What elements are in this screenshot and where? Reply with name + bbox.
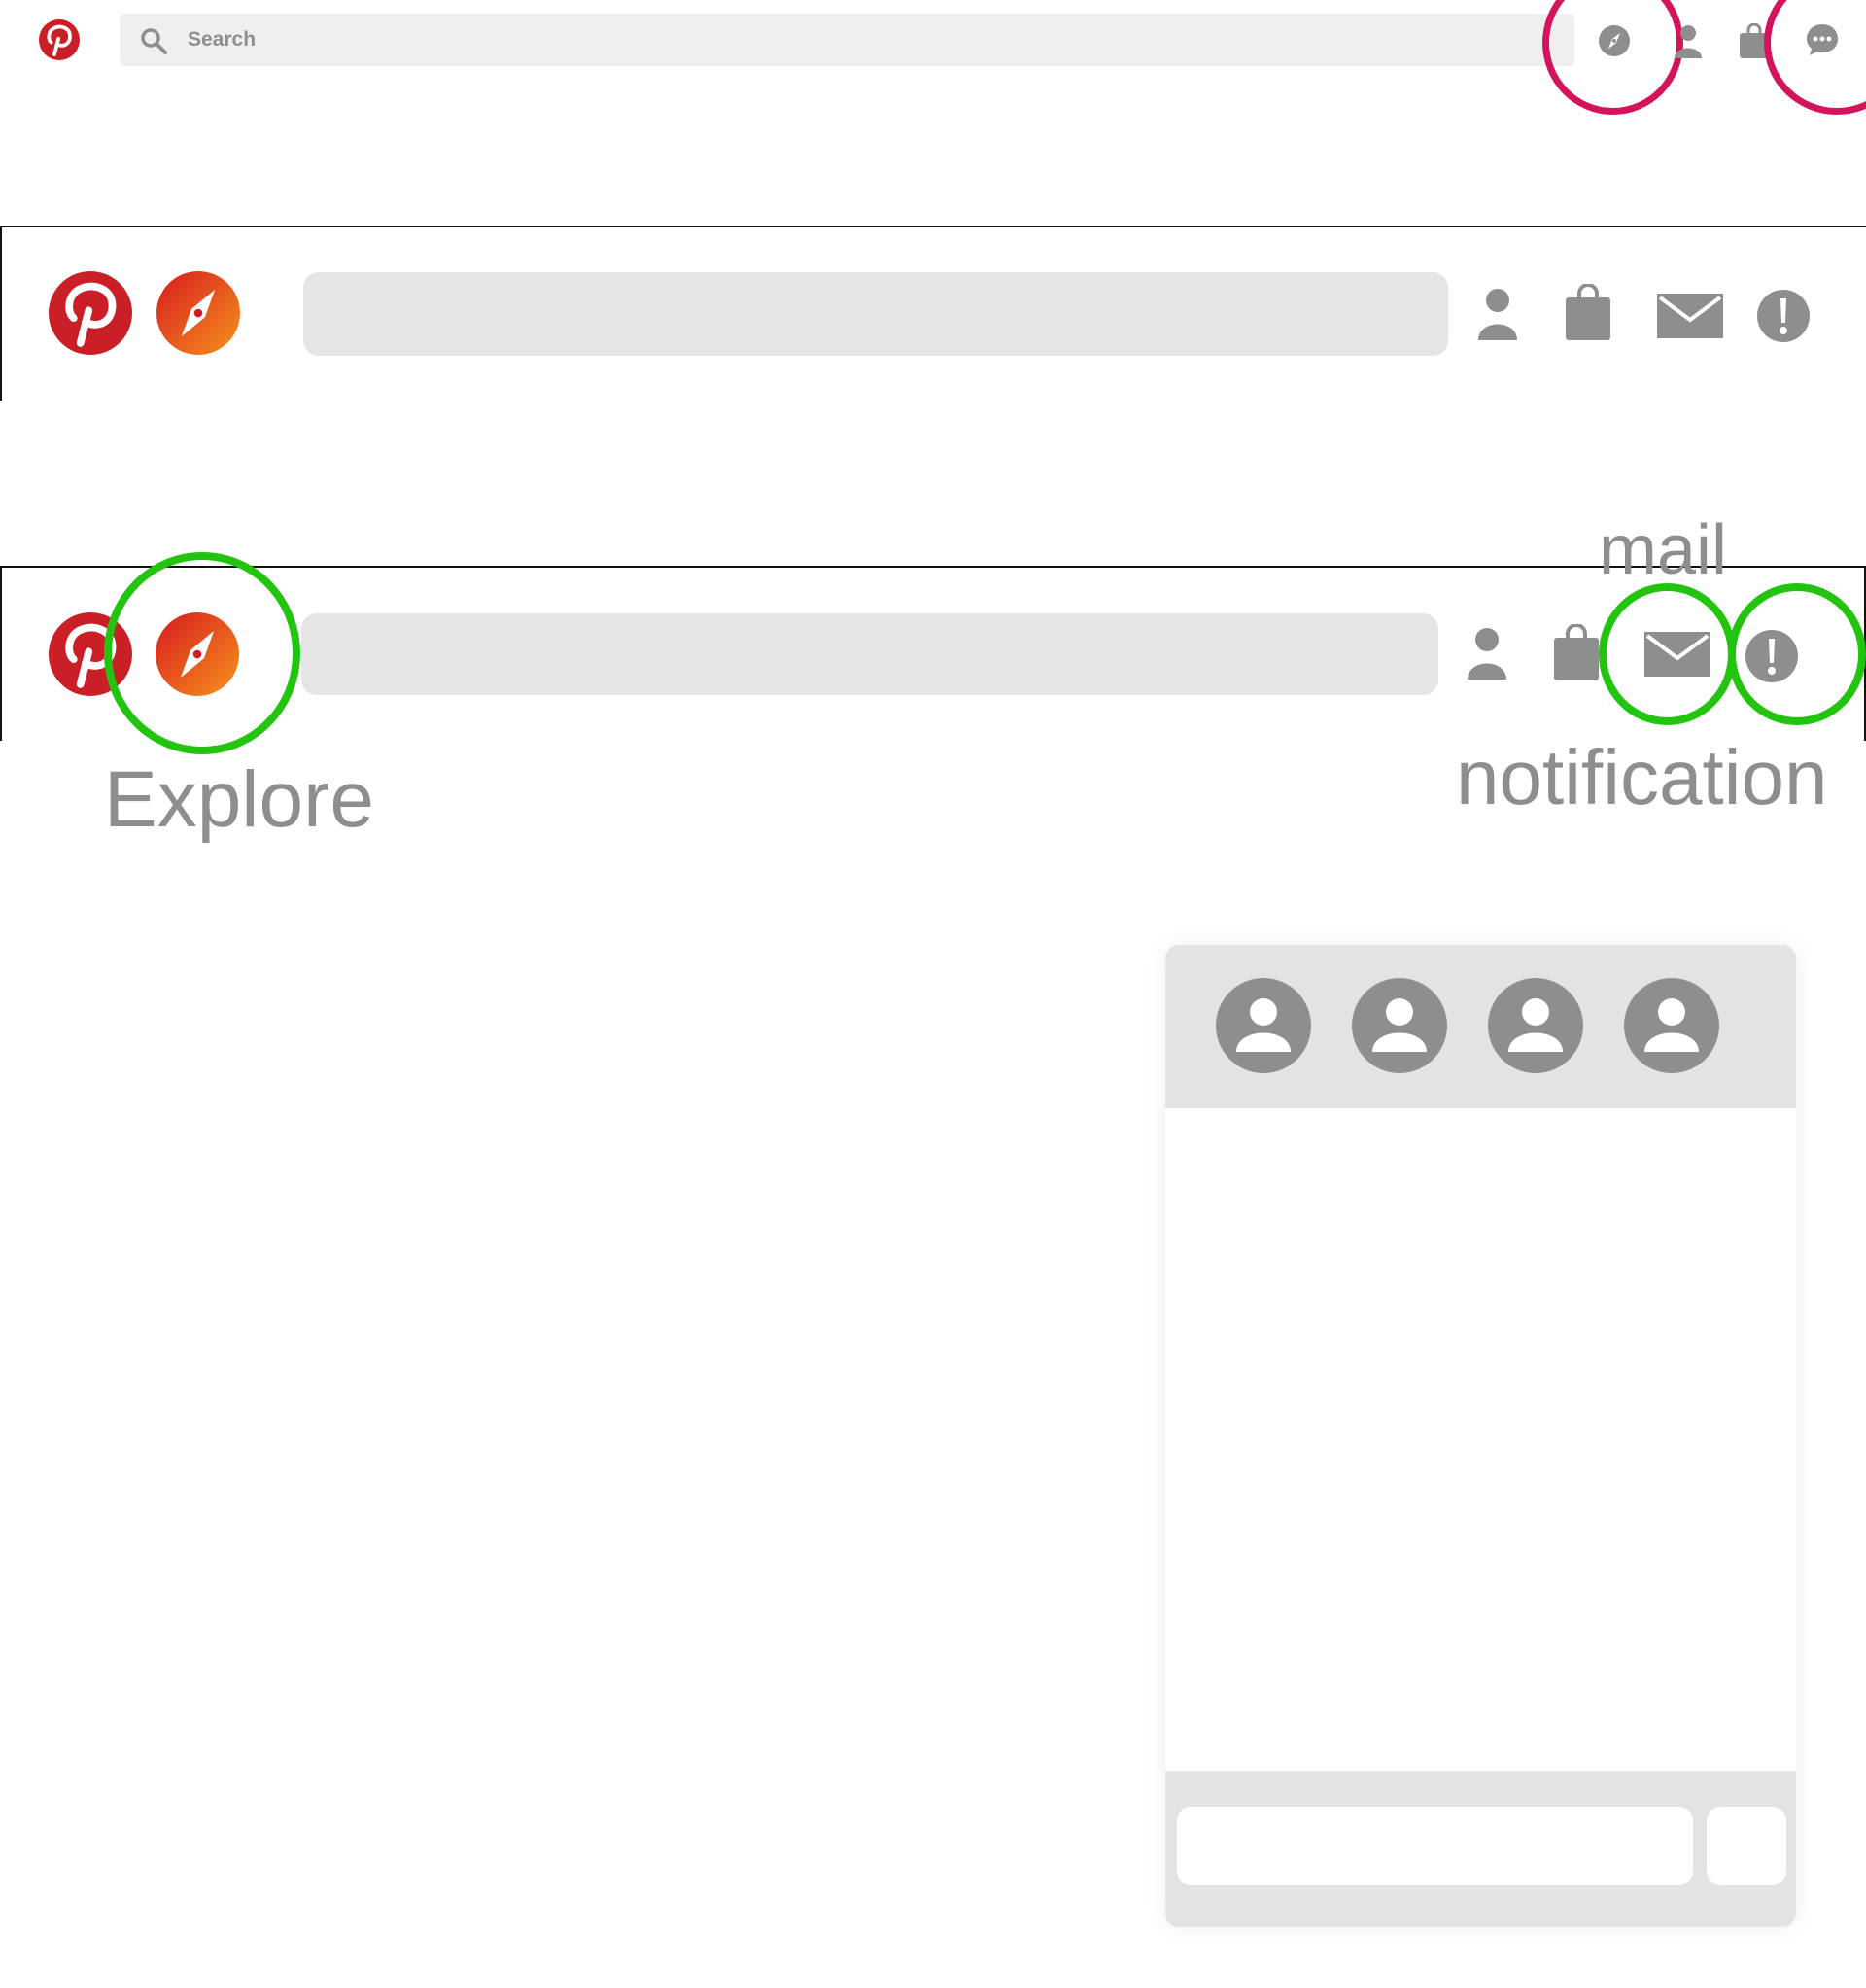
shopping-bag-icon[interactable] <box>1553 624 1600 680</box>
person-icon[interactable] <box>1476 288 1519 340</box>
alert-icon[interactable] <box>1757 290 1810 342</box>
search-bar[interactable] <box>120 14 1574 66</box>
user-avatar-icon[interactable] <box>1216 978 1311 1073</box>
annotation-label-notification: notification <box>1456 734 1828 820</box>
search-bar[interactable] <box>301 613 1438 695</box>
message-input[interactable] <box>1177 1807 1693 1885</box>
mail-icon[interactable] <box>1657 294 1723 338</box>
chat-panel-header <box>1165 945 1796 1108</box>
compass-icon[interactable] <box>156 271 240 355</box>
pinterest-logo-icon[interactable] <box>39 19 80 60</box>
user-avatar-icon[interactable] <box>1624 978 1719 1073</box>
highlight-ring-notification <box>1728 583 1866 725</box>
person-icon[interactable] <box>1674 23 1703 58</box>
user-avatar-icon[interactable] <box>1488 978 1583 1073</box>
highlight-ring-explore <box>104 552 300 754</box>
search-input[interactable] <box>188 14 771 66</box>
chat-panel <box>1165 945 1796 1927</box>
search-bar[interactable] <box>303 272 1448 356</box>
user-avatar-icon[interactable] <box>1352 978 1447 1073</box>
annotation-label-explore: Explore <box>104 755 375 844</box>
annotation-label-mail: mail <box>1599 511 1728 589</box>
send-button[interactable] <box>1707 1807 1786 1885</box>
original-header <box>0 0 1866 117</box>
search-icon <box>141 28 167 54</box>
person-icon[interactable] <box>1466 627 1508 680</box>
highlight-ring-explore <box>1542 0 1683 115</box>
shopping-bag-icon[interactable] <box>1565 284 1611 340</box>
highlight-ring-chat <box>1764 0 1866 115</box>
highlight-ring-mail <box>1599 583 1736 725</box>
chat-message-area[interactable] <box>1165 1108 1796 1771</box>
pinterest-logo-icon[interactable] <box>49 271 132 355</box>
